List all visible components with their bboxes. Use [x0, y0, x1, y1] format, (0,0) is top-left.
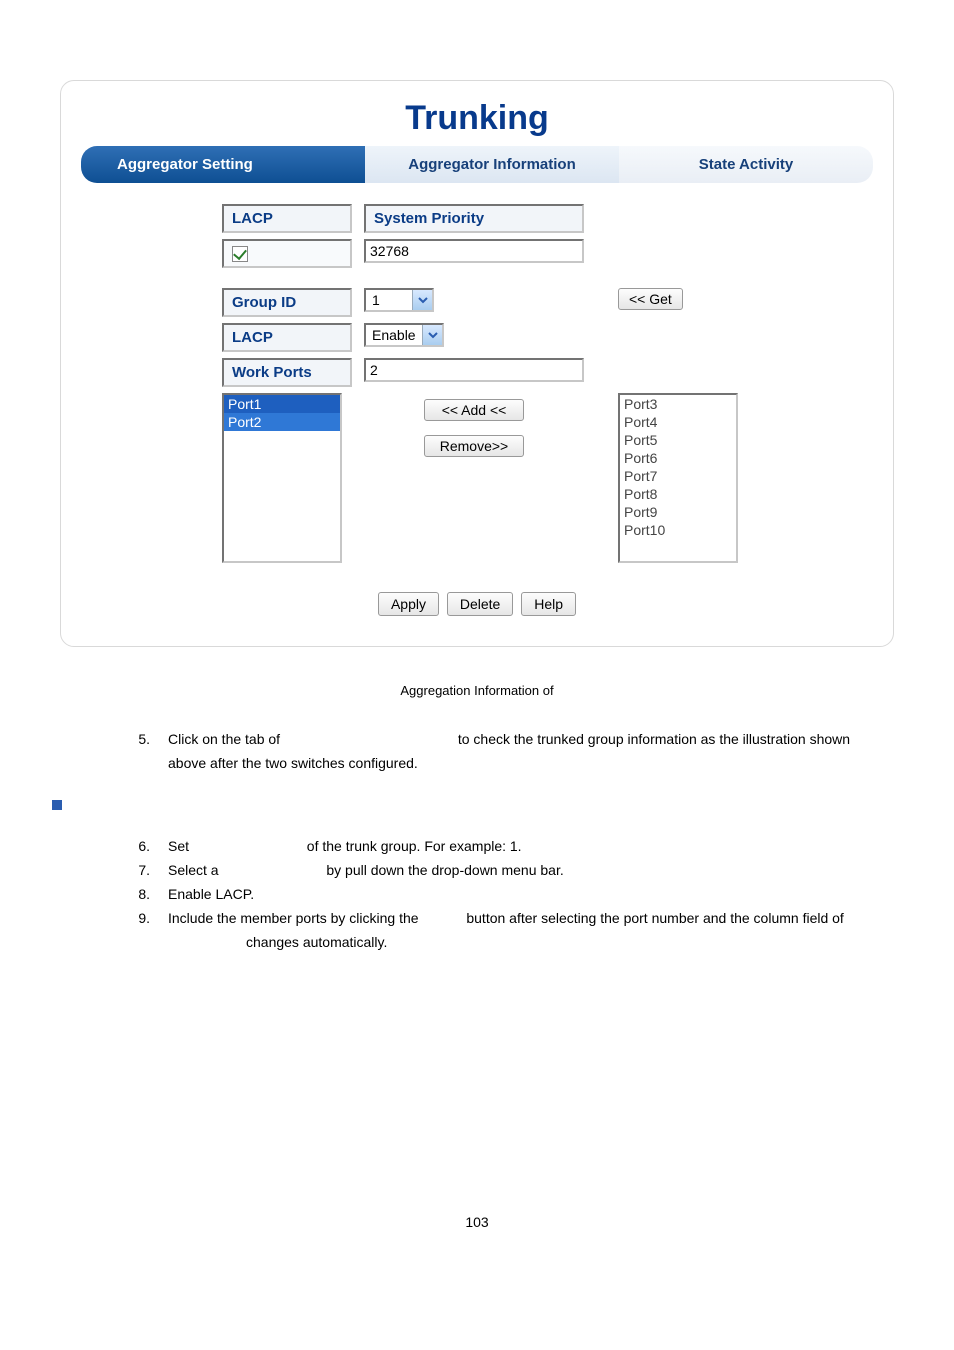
- apply-button[interactable]: Apply: [378, 592, 439, 616]
- step9b: button after selecting the port number a…: [466, 910, 843, 926]
- square-bullet-icon: [52, 800, 62, 810]
- form-area: LACP System Priority Group ID: [216, 201, 873, 616]
- get-button[interactable]: << Get: [618, 288, 683, 310]
- figure-caption: Aggregation Information of: [60, 683, 894, 698]
- step9c: changes automatically.: [246, 931, 894, 955]
- bottom-buttons: Apply Delete Help: [81, 592, 873, 616]
- list-item[interactable]: Port2: [224, 413, 340, 431]
- step-number: 8.: [132, 883, 168, 907]
- help-button[interactable]: Help: [521, 592, 576, 616]
- delete-button[interactable]: Delete: [447, 592, 513, 616]
- add-button[interactable]: << Add <<: [424, 399, 524, 421]
- step6a: Set: [168, 838, 189, 854]
- list-item[interactable]: Port4: [620, 413, 736, 431]
- available-ports-list[interactable]: Port3 Port4 Port5 Port6 Port7 Port8 Port…: [618, 393, 738, 563]
- hdr-lacp2: LACP: [222, 323, 352, 352]
- list-item[interactable]: Port3: [620, 395, 736, 413]
- step-number: 9.: [132, 907, 168, 931]
- tab-state-activity[interactable]: State Activity: [619, 146, 873, 183]
- transfer-controls: << Add << Remove>>: [364, 393, 584, 457]
- step8: Enable LACP.: [168, 883, 894, 907]
- tab-aggregator-setting[interactable]: Aggregator Setting: [81, 146, 365, 183]
- lacp-select[interactable]: Enable: [364, 323, 444, 347]
- hdr-group-id: Group ID: [222, 288, 352, 317]
- step7a: Select a: [168, 862, 219, 878]
- step-number: 5.: [132, 728, 168, 776]
- step5a: Click on the tab of: [168, 731, 280, 747]
- row-lacp-syspri: LACP System Priority: [216, 201, 720, 271]
- trunking-panel: Trunking Aggregator Setting Aggregator I…: [60, 80, 894, 647]
- step5c: above after the two switches configured.: [168, 752, 894, 776]
- chevron-down-icon: [422, 325, 442, 345]
- hdr-system-priority: System Priority: [364, 204, 584, 233]
- step-number: 7.: [132, 859, 168, 883]
- step6b: of the trunk group. For example: 1.: [307, 838, 522, 854]
- tabs-bar: Aggregator Setting Aggregator Informatio…: [81, 146, 873, 183]
- document-body: 5. Click on the tab of to check the trun…: [60, 728, 894, 954]
- group-settings-table: Group ID 1 << Get LACP: [216, 285, 744, 566]
- group-id-select[interactable]: 1: [364, 288, 434, 312]
- list-item[interactable]: Port9: [620, 503, 736, 521]
- list-item[interactable]: Port1: [224, 395, 340, 413]
- list-item[interactable]: Port7: [620, 467, 736, 485]
- list-item[interactable]: Port5: [620, 431, 736, 449]
- hdr-lacp: LACP: [222, 204, 352, 233]
- lacp-checkbox[interactable]: [232, 246, 248, 262]
- step-number: 6.: [132, 835, 168, 859]
- step7b: by pull down the drop-down menu bar.: [326, 862, 563, 878]
- panel-title: Trunking: [81, 93, 873, 142]
- chevron-down-icon: [412, 290, 432, 310]
- tab-aggregator-information[interactable]: Aggregator Information: [365, 146, 619, 183]
- step9a: Include the member ports by clicking the: [168, 910, 419, 926]
- hdr-work-ports: Work Ports: [222, 358, 352, 387]
- page-number: 103: [60, 1214, 894, 1230]
- list-item[interactable]: Port8: [620, 485, 736, 503]
- system-priority-input[interactable]: [364, 239, 584, 263]
- work-ports-input[interactable]: [364, 358, 584, 382]
- step5b: to check the trunked group information a…: [458, 731, 850, 747]
- list-item[interactable]: Port6: [620, 449, 736, 467]
- list-item[interactable]: Port10: [620, 521, 736, 539]
- selected-ports-list[interactable]: Port1 Port2: [222, 393, 342, 563]
- remove-button[interactable]: Remove>>: [424, 435, 524, 457]
